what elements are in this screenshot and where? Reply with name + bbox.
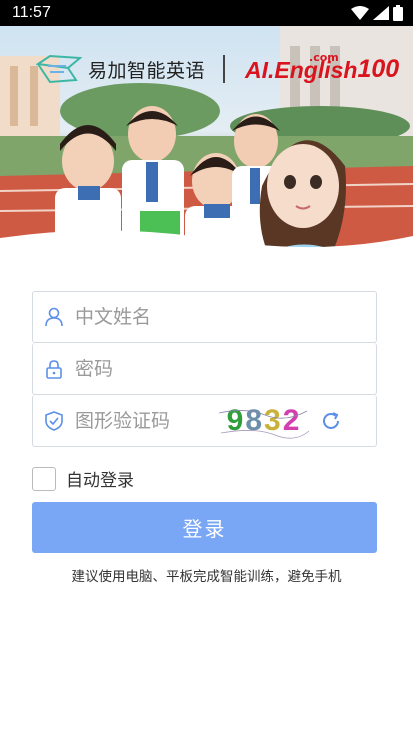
remember-me[interactable]: 自动登录: [32, 466, 134, 491]
refresh-icon[interactable]: [317, 410, 345, 432]
remember-label: 自动登录: [66, 471, 134, 491]
status-bar: 11:57: [0, 0, 413, 26]
signal-icon: [373, 6, 389, 20]
brand-logo: 易加智能英语 AI.English .com 100: [36, 51, 400, 84]
login-button[interactable]: 登录: [32, 502, 377, 553]
brand-name-com: .com: [309, 50, 339, 64]
captcha-image[interactable]: 9 8 3 2: [215, 401, 311, 441]
lock-icon: [33, 359, 75, 379]
captcha-field[interactable]: 9 8 3 2: [32, 395, 377, 447]
status-icons: [351, 5, 403, 21]
brand-name-num: 100: [357, 54, 400, 83]
user-icon: [33, 307, 75, 327]
name-input[interactable]: [75, 306, 376, 328]
brand-name-en-group: AI.English .com 100: [245, 51, 400, 84]
hero-banner: 易加智能英语 AI.English .com 100: [0, 26, 413, 258]
captcha-input[interactable]: [75, 409, 215, 432]
shield-icon: [33, 410, 75, 431]
brand-divider: [223, 55, 226, 83]
logo-icon: [36, 54, 82, 84]
captcha-noise: [218, 409, 310, 439]
captcha-group: 9 8 3 2: [215, 401, 345, 441]
brand-name-en: AI.English: [245, 56, 358, 83]
login-form: 9 8 3 2: [32, 291, 377, 447]
status-time: 11:57: [12, 4, 51, 21]
remember-checkbox[interactable]: [32, 466, 56, 491]
password-field[interactable]: [32, 343, 377, 395]
name-field[interactable]: [32, 291, 377, 343]
battery-icon: [393, 5, 403, 21]
device-tip: 建议使用电脑、平板完成智能训练，避免手机: [71, 569, 342, 585]
wifi-icon: [351, 6, 369, 20]
password-input[interactable]: [75, 357, 376, 380]
brand-name-cn: 易加智能英语: [88, 59, 206, 82]
